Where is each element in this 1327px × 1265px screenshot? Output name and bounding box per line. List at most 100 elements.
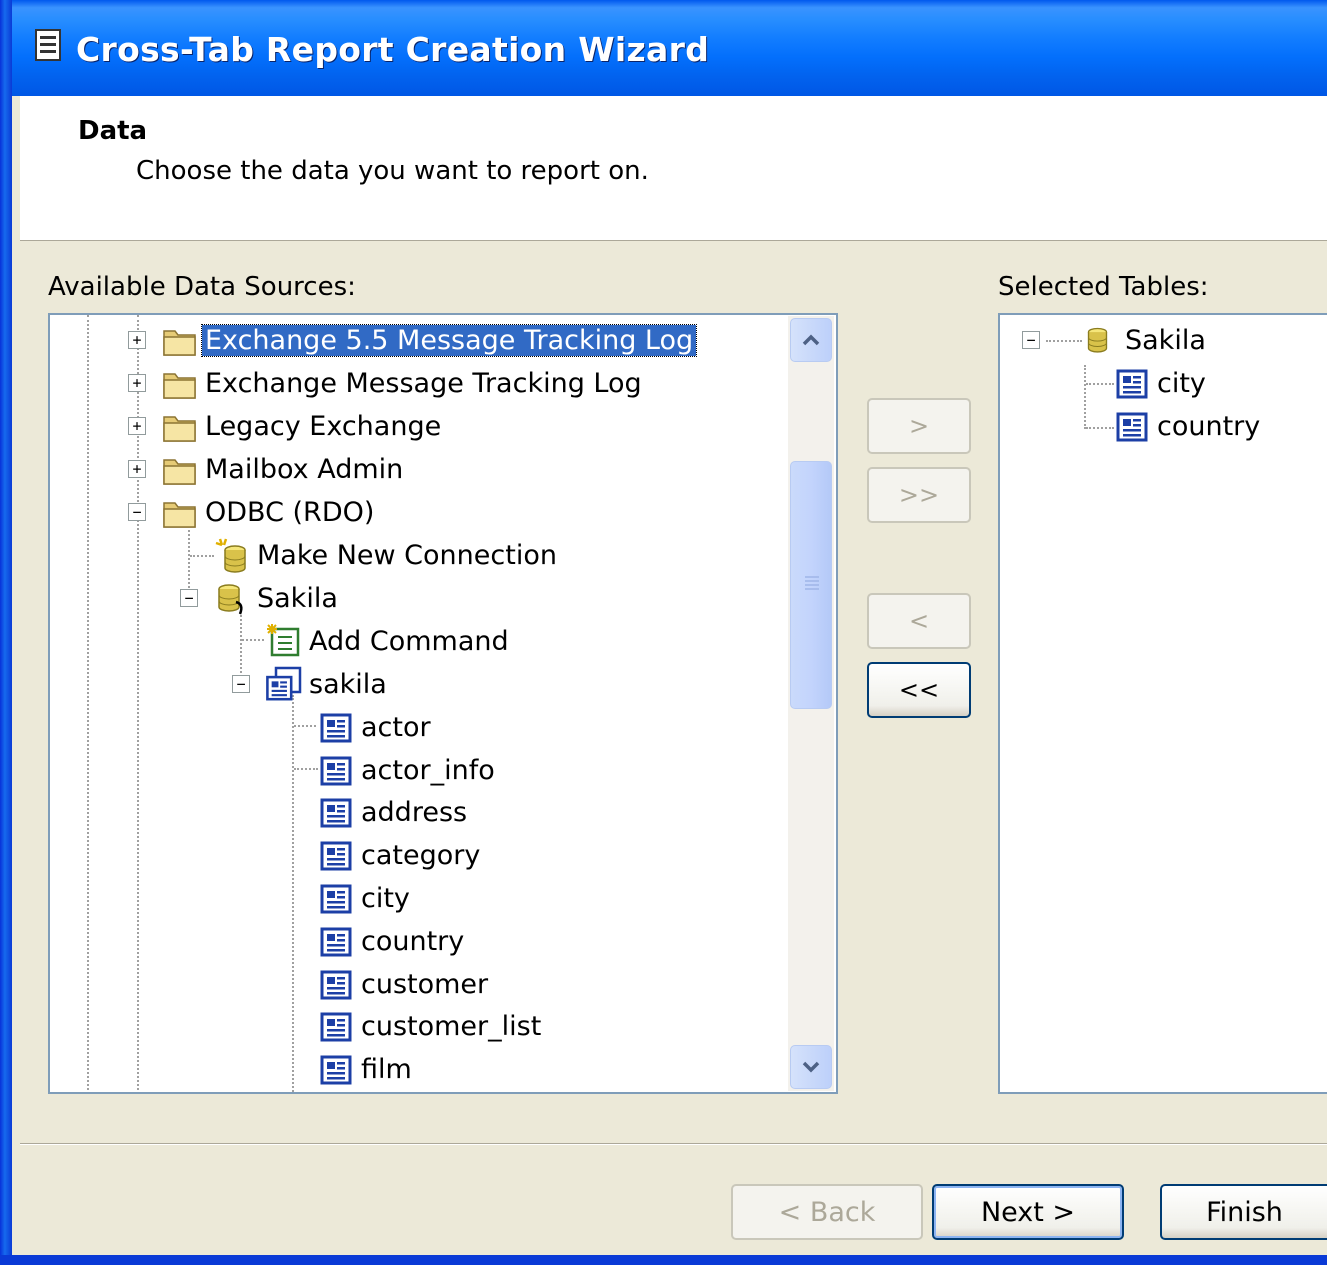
scroll-thumb[interactable]: [790, 461, 832, 709]
tree-guide: [294, 768, 318, 770]
selected-tables-label: Selected Tables:: [998, 272, 1209, 302]
tree-guide: [1086, 383, 1114, 385]
back-button[interactable]: < Back: [731, 1184, 923, 1240]
title-bar[interactable]: Cross-Tab Report Creation Wizard: [12, 0, 1327, 96]
tree-item-table[interactable]: film: [318, 1048, 415, 1090]
table-icon: [320, 798, 352, 828]
next-button[interactable]: Next >: [932, 1184, 1124, 1240]
expand-icon[interactable]: +: [128, 331, 146, 349]
database-icon: [1087, 327, 1108, 353]
table-icon: [320, 1055, 352, 1085]
scroll-down-button[interactable]: [790, 1045, 832, 1089]
folder-icon: [163, 373, 196, 399]
footer-separator: [20, 1143, 1327, 1145]
table-icon: [320, 756, 352, 786]
table-icon: [320, 713, 352, 743]
tree-item-label: Legacy Exchange: [205, 410, 442, 442]
tree-item-exchange-message[interactable]: + Exchange Message Tracking Log: [128, 362, 645, 404]
tree-item-label: Add Command: [309, 625, 509, 657]
tree-item-label: category: [361, 839, 481, 871]
selected-table-item[interactable]: country: [1114, 405, 1263, 447]
window-title: Cross-Tab Report Creation Wizard: [76, 30, 710, 69]
tree-item-label: Sakila: [257, 582, 338, 614]
tree-guide: [87, 315, 89, 1092]
expand-icon[interactable]: +: [128, 460, 146, 478]
tree-item-label: address: [361, 796, 468, 828]
tree-item-label: country: [1157, 410, 1261, 442]
expand-icon[interactable]: +: [128, 374, 146, 392]
window-frame-left: [0, 0, 12, 1265]
table-icon: [320, 841, 352, 871]
remove-table-button[interactable]: <: [867, 593, 971, 649]
collapse-icon[interactable]: −: [128, 503, 146, 521]
table-icon: [320, 884, 352, 914]
tree-item-add-command[interactable]: Add Command: [266, 620, 512, 662]
tree-item-exchange-55[interactable]: + Exchange 5.5 Message Tracking Log: [128, 319, 698, 361]
tree-item-label: Exchange Message Tracking Log: [205, 367, 642, 399]
remove-all-button[interactable]: <<: [867, 662, 971, 718]
wizard-icon: [35, 29, 61, 61]
tree-item-table[interactable]: customer_list: [318, 1005, 544, 1047]
available-sources-tree[interactable]: + Exchange 5.5 Message Tracking Log + Ex…: [48, 313, 838, 1094]
tree-guide: [294, 725, 316, 727]
collapse-icon[interactable]: −: [232, 675, 250, 693]
finish-button[interactable]: Finish: [1160, 1184, 1327, 1240]
selected-root-sakila[interactable]: − Sakila: [1022, 319, 1209, 361]
tree-item-table[interactable]: category: [318, 834, 483, 876]
folder-icon: [163, 416, 196, 442]
tree-item-label: Exchange 5.5 Message Tracking Log: [200, 323, 698, 357]
table-icon: [1116, 412, 1148, 442]
database-icon: [218, 584, 243, 615]
tree-item-table[interactable]: customer: [318, 963, 491, 1005]
tree-guide: [1086, 427, 1114, 429]
tree-item-sakila-schema[interactable]: − sakila: [232, 663, 390, 705]
selected-table-item[interactable]: city: [1114, 362, 1209, 404]
add-table-button[interactable]: >: [867, 398, 971, 454]
collapse-icon[interactable]: −: [180, 589, 198, 607]
tree-item-mailbox-admin[interactable]: + Mailbox Admin: [128, 448, 406, 490]
table-icon: [320, 927, 352, 957]
window-frame-bottom: [0, 1255, 1327, 1265]
tree-item-sakila-connection[interactable]: − Sakila: [180, 577, 341, 619]
schema-icon: [266, 666, 302, 701]
tree-guide: [242, 639, 264, 641]
tree-item-label: actor: [361, 711, 431, 743]
tree-item-label: country: [361, 925, 465, 957]
table-icon: [320, 970, 352, 1000]
tree-item-label: customer_list: [361, 1010, 542, 1042]
tree-item-odbc-rdo[interactable]: − ODBC (RDO): [128, 491, 377, 533]
available-sources-label: Available Data Sources:: [48, 272, 356, 302]
tree-item-table[interactable]: country: [318, 920, 467, 962]
page-subtitle: Choose the data you want to report on.: [136, 156, 649, 186]
tree-guide: [1084, 365, 1086, 429]
add-command-icon: [267, 624, 300, 657]
new-connection-icon: [215, 538, 246, 573]
tree-item-label: Make New Connection: [257, 539, 557, 571]
folder-icon: [163, 502, 196, 528]
tree-item-label: customer: [361, 968, 489, 1000]
tree-item-legacy-exchange[interactable]: + Legacy Exchange: [128, 405, 444, 447]
tree-item-label: ODBC (RDO): [205, 496, 375, 528]
chevron-down-icon: [802, 1061, 820, 1073]
tree-item-table[interactable]: actor_info: [318, 749, 498, 791]
tree-item-table[interactable]: actor: [318, 706, 434, 748]
tree-item-table[interactable]: address: [318, 791, 470, 833]
selected-tables-tree[interactable]: − Sakila city country: [998, 313, 1327, 1094]
tree-item-label: film: [361, 1053, 412, 1085]
tree-guide: [292, 695, 294, 1092]
add-all-button[interactable]: >>: [867, 467, 971, 523]
tree-scrollbar[interactable]: [788, 316, 834, 1091]
wizard-header: Data Choose the data you want to report …: [20, 96, 1327, 241]
scroll-up-button[interactable]: [790, 318, 832, 362]
tree-item-make-new-connection[interactable]: Make New Connection: [214, 534, 560, 576]
expand-icon[interactable]: +: [128, 417, 146, 435]
folder-icon: [163, 330, 196, 356]
tree-item-label: Mailbox Admin: [205, 453, 404, 485]
tree-item-label: sakila: [309, 668, 387, 700]
collapse-icon[interactable]: −: [1022, 331, 1040, 349]
page-title: Data: [78, 116, 148, 146]
tree-item-table[interactable]: city: [318, 877, 413, 919]
grip-icon: [805, 576, 819, 590]
tree-item-label: city: [361, 882, 410, 914]
tree-item-label: actor_info: [361, 754, 495, 786]
